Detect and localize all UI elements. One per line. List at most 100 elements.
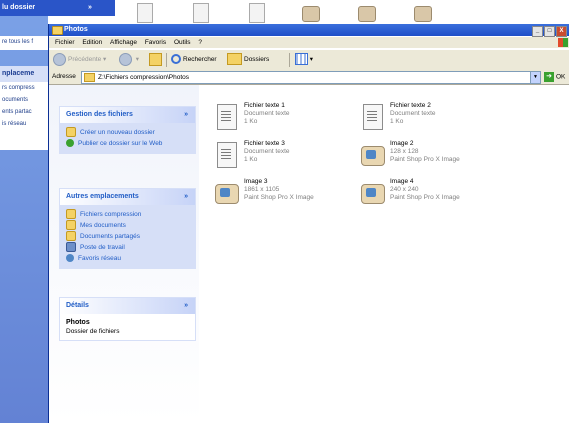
background-place-item[interactable]: rs compress <box>0 82 48 94</box>
image-file-icon[interactable] <box>414 6 432 22</box>
file-name: Fichier texte 3 <box>244 140 285 147</box>
task-label: Publier ce dossier sur le Web <box>78 140 163 147</box>
place-mes-documents[interactable]: Mes documents <box>66 220 189 231</box>
file-type: Document texte <box>244 148 290 155</box>
toolbar-separator <box>166 53 167 67</box>
shared-folder-icon <box>66 231 76 242</box>
file-item[interactable]: Fichier texte 2 Document texte 1 Ko <box>363 102 513 136</box>
menu-affichage[interactable]: Affichage <box>110 37 137 48</box>
background-place-item[interactable]: is réseau <box>0 118 48 130</box>
text-file-icon[interactable] <box>137 3 153 23</box>
search-button[interactable]: Rechercher <box>171 53 217 66</box>
chevron-up-icon[interactable]: » <box>184 189 188 205</box>
place-favoris-reseau[interactable]: Favoris réseau <box>66 253 189 264</box>
new-folder-icon <box>66 127 76 138</box>
details-header[interactable]: Détails » <box>60 298 195 314</box>
menu-outils[interactable]: Outils <box>174 37 191 48</box>
file-item[interactable]: Image 4 240 x 240 Paint Shop Pro X Image <box>361 178 513 212</box>
place-label: Fichiers compression <box>80 211 142 218</box>
background-link-text: re tous les f <box>2 39 34 45</box>
file-tasks-header[interactable]: Gestion des fichiers » <box>60 107 195 123</box>
folders-label: Dossiers <box>244 56 270 63</box>
back-label: Précédente <box>68 56 102 64</box>
background-task-pane <box>0 0 48 423</box>
menu-help[interactable]: ? <box>198 37 202 48</box>
file-name: Fichier texte 1 <box>244 102 285 109</box>
text-file-icon[interactable] <box>193 3 209 23</box>
file-item[interactable]: Image 3 1861 x 1105 Paint Shop Pro X Ima… <box>215 178 367 212</box>
window-controls: _ □ X <box>531 25 567 37</box>
folders-button[interactable]: Dossiers <box>227 53 269 66</box>
place-label: Documents partagés <box>80 233 140 240</box>
task-label: Créer un nouveau dossier <box>80 129 155 136</box>
close-button[interactable]: X <box>556 26 567 37</box>
file-item[interactable]: Fichier texte 1 Document texte 1 Ko <box>217 102 367 136</box>
file-type: Paint Shop Pro X Image <box>244 194 314 201</box>
folders-icon <box>227 53 242 66</box>
text-file-icon <box>363 104 383 130</box>
menu-edition[interactable]: Edition <box>82 37 102 48</box>
task-publish-web[interactable]: Publier ce dossier sur le Web <box>66 138 189 149</box>
chevron-up-icon[interactable]: » <box>184 298 188 314</box>
go-label: OK <box>556 73 566 81</box>
image-file-icon[interactable] <box>302 6 320 22</box>
image-dimensions: 240 x 240 <box>390 186 419 193</box>
chevron-up-icon[interactable]: » <box>88 0 92 16</box>
up-folder-button[interactable] <box>149 53 162 66</box>
search-label: Rechercher <box>183 56 217 63</box>
forward-button[interactable]: ▾ <box>119 53 139 66</box>
background-place-item[interactable]: ocuments <box>0 94 48 106</box>
views-icon <box>295 53 308 66</box>
details-panel: Détails » Photos Dossier de fichiers <box>59 297 196 341</box>
place-fichiers-compression[interactable]: Fichiers compression <box>66 209 189 220</box>
maximize-button[interactable]: □ <box>544 26 555 37</box>
back-button[interactable]: Précédente ▾ <box>53 53 106 66</box>
image-file-icon <box>361 146 385 166</box>
background-section-title: nplaceme <box>0 66 48 82</box>
details-title: Détails <box>66 302 89 309</box>
other-places-body: Fichiers compression Mes documents Docum… <box>60 205 195 268</box>
explorer-window: Photos _ □ X Fichier Edition Affichage Fav… <box>48 24 569 423</box>
search-icon <box>171 54 181 65</box>
address-value: Z:\Fichiers compression\Photos <box>98 74 190 81</box>
chevron-up-icon[interactable]: » <box>184 107 188 123</box>
file-tasks-panel: Gestion des fichiers » Créer un nouveau … <box>59 106 196 154</box>
menu-fichier[interactable]: Fichier <box>55 37 75 48</box>
file-item[interactable]: Fichier texte 3 Document texte 1 Ko <box>217 140 367 174</box>
file-name: Image 2 <box>390 140 414 147</box>
image-file-icon <box>361 184 385 204</box>
image-file-icon[interactable] <box>358 6 376 22</box>
window-title: Photos <box>64 26 88 33</box>
other-places-header[interactable]: Autres emplacements » <box>60 189 195 205</box>
toolbar-separator <box>289 53 290 67</box>
text-file-icon[interactable] <box>249 3 265 23</box>
views-button[interactable]: ▾ <box>295 53 313 66</box>
file-type: Paint Shop Pro X Image <box>390 156 460 163</box>
file-item[interactable]: Image 2 128 x 128 Paint Shop Pro X Image <box>361 140 513 174</box>
file-type: Document texte <box>244 110 290 117</box>
computer-icon <box>66 242 76 253</box>
minimize-button[interactable]: _ <box>532 26 543 37</box>
file-type: Document texte <box>390 110 436 117</box>
background-window-title[interactable]: lu dossier » <box>0 0 115 16</box>
other-places-panel: Autres emplacements » Fichiers compressi… <box>59 188 196 269</box>
file-tasks-title: Gestion des fichiers <box>66 111 133 118</box>
go-arrow-icon: ➜ <box>544 72 554 82</box>
place-documents-partages[interactable]: Documents partagés <box>66 231 189 242</box>
place-poste-de-travail[interactable]: Poste de travail <box>66 242 189 253</box>
address-label: Adresse <box>52 73 76 80</box>
title-bar[interactable]: Photos _ □ X <box>49 24 569 37</box>
network-icon <box>66 254 74 263</box>
windows-logo-icon <box>558 38 568 47</box>
address-field[interactable]: Z:\Fichiers compression\Photos ▼ <box>81 71 541 84</box>
go-button[interactable]: ➜ OK <box>544 72 565 83</box>
menu-favoris[interactable]: Favoris <box>145 37 166 48</box>
place-label: Mes documents <box>80 222 126 229</box>
task-new-folder[interactable]: Créer un nouveau dossier <box>66 127 189 138</box>
address-dropdown-button[interactable]: ▼ <box>530 72 540 83</box>
file-size: 1 Ko <box>244 156 258 163</box>
background-places-panel: nplaceme rs compress ocuments ents parta… <box>0 66 48 150</box>
file-name: Image 3 <box>244 178 268 185</box>
background-link[interactable]: re tous les f <box>0 36 48 50</box>
background-place-item[interactable]: ents partac <box>0 106 48 118</box>
